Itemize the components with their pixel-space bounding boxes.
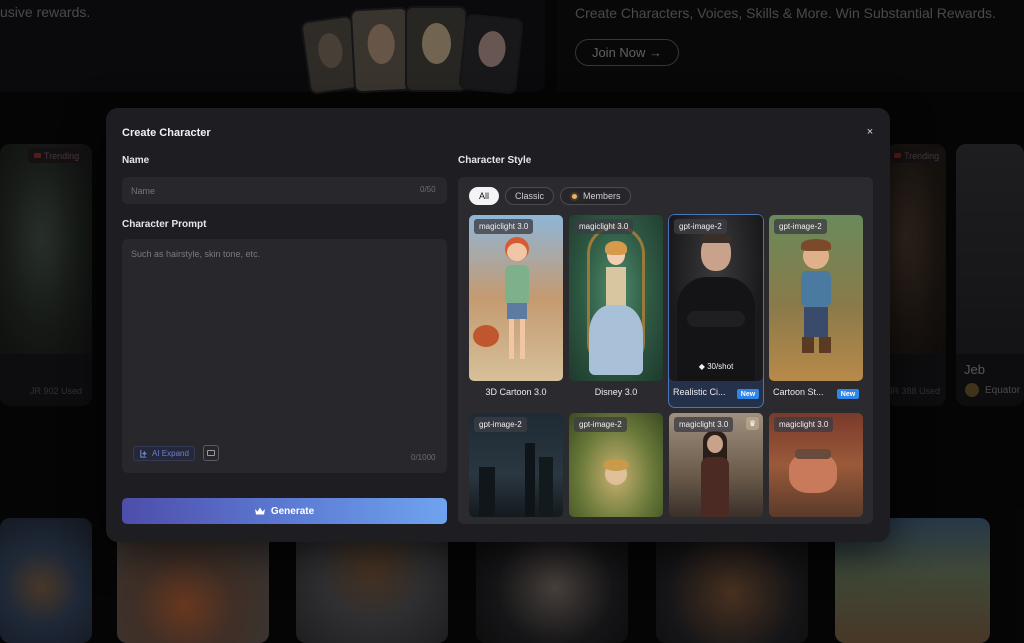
- style-card[interactable]: magiclight 3.0 3D Cartoon 3.0: [469, 215, 563, 407]
- style-card[interactable]: magiclight 3.0: [769, 413, 863, 524]
- style-card-selected[interactable]: gpt-image-2 ◆ 30/shot Realistic Ci... Ne…: [669, 215, 763, 407]
- generate-button[interactable]: Generate: [122, 498, 447, 524]
- style-card[interactable]: gpt-image-2: [469, 413, 563, 524]
- model-tag: gpt-image-2: [774, 219, 827, 234]
- prompt-box: AI Expand 0/1000: [122, 239, 447, 473]
- model-tag: magiclight 3.0: [574, 219, 634, 234]
- style-name: Disney 3.0: [594, 387, 638, 397]
- model-tag: gpt-image-2: [574, 417, 627, 432]
- members-crown-icon: ♛: [746, 417, 759, 430]
- filter-members[interactable]: Members: [560, 187, 631, 205]
- generate-label: Generate: [270, 505, 315, 517]
- model-tag: magiclight 3.0: [674, 417, 734, 432]
- style-preview-image: [769, 215, 863, 381]
- filter-all[interactable]: All: [469, 187, 500, 205]
- sparkle-icon: [140, 449, 148, 458]
- image-upload-icon[interactable]: [203, 445, 219, 461]
- new-badge: New: [837, 389, 859, 399]
- style-preview-image: [569, 215, 663, 381]
- style-name: 3D Cartoon 3.0: [485, 387, 547, 397]
- model-tag: gpt-image-2: [474, 417, 527, 432]
- prompt-textarea[interactable]: [122, 239, 447, 439]
- model-tag: magiclight 3.0: [774, 417, 834, 432]
- style-card[interactable]: magiclight 3.0 Disney 3.0: [569, 215, 663, 407]
- new-badge: New: [737, 389, 759, 399]
- filter-classic[interactable]: Classic: [505, 187, 555, 205]
- prompt-char-count: 0/1000: [411, 453, 436, 462]
- style-name: Cartoon St...: [773, 387, 824, 397]
- name-char-count: 0/50: [420, 185, 436, 194]
- crown-icon: [254, 507, 265, 515]
- style-card[interactable]: magiclight 3.0 ♛: [669, 413, 763, 524]
- style-preview-image: [669, 215, 763, 381]
- prompt-label: Character Prompt: [122, 219, 207, 230]
- model-tag: magiclight 3.0: [474, 219, 534, 234]
- ai-expand-button[interactable]: AI Expand: [133, 446, 195, 461]
- style-name: Realistic Ci...: [673, 387, 726, 397]
- create-character-modal: Create Character × Name 0/50 Character P…: [106, 108, 890, 542]
- model-tag: gpt-image-2: [674, 219, 727, 234]
- modal-title: Create Character: [122, 127, 211, 139]
- style-card[interactable]: gpt-image-2: [569, 413, 663, 524]
- price-label: ◆ 30/shot: [669, 362, 763, 371]
- filter-members-label: Members: [583, 191, 621, 201]
- ai-expand-label: AI Expand: [152, 449, 189, 458]
- close-icon[interactable]: ×: [864, 126, 876, 138]
- diamond-icon: ◆: [698, 362, 708, 371]
- name-label: Name: [122, 155, 150, 166]
- style-card[interactable]: gpt-image-2 Cartoon St... New: [769, 215, 863, 407]
- name-input[interactable]: [122, 177, 447, 204]
- style-filters: All Classic Members: [469, 187, 631, 205]
- style-label: Character Style: [458, 155, 532, 166]
- price-value: 30/shot: [707, 362, 734, 371]
- coin-icon: [570, 191, 580, 201]
- style-panel: All Classic Members magiclight 3.0 3D Ca…: [458, 177, 873, 524]
- style-preview-image: [469, 215, 563, 381]
